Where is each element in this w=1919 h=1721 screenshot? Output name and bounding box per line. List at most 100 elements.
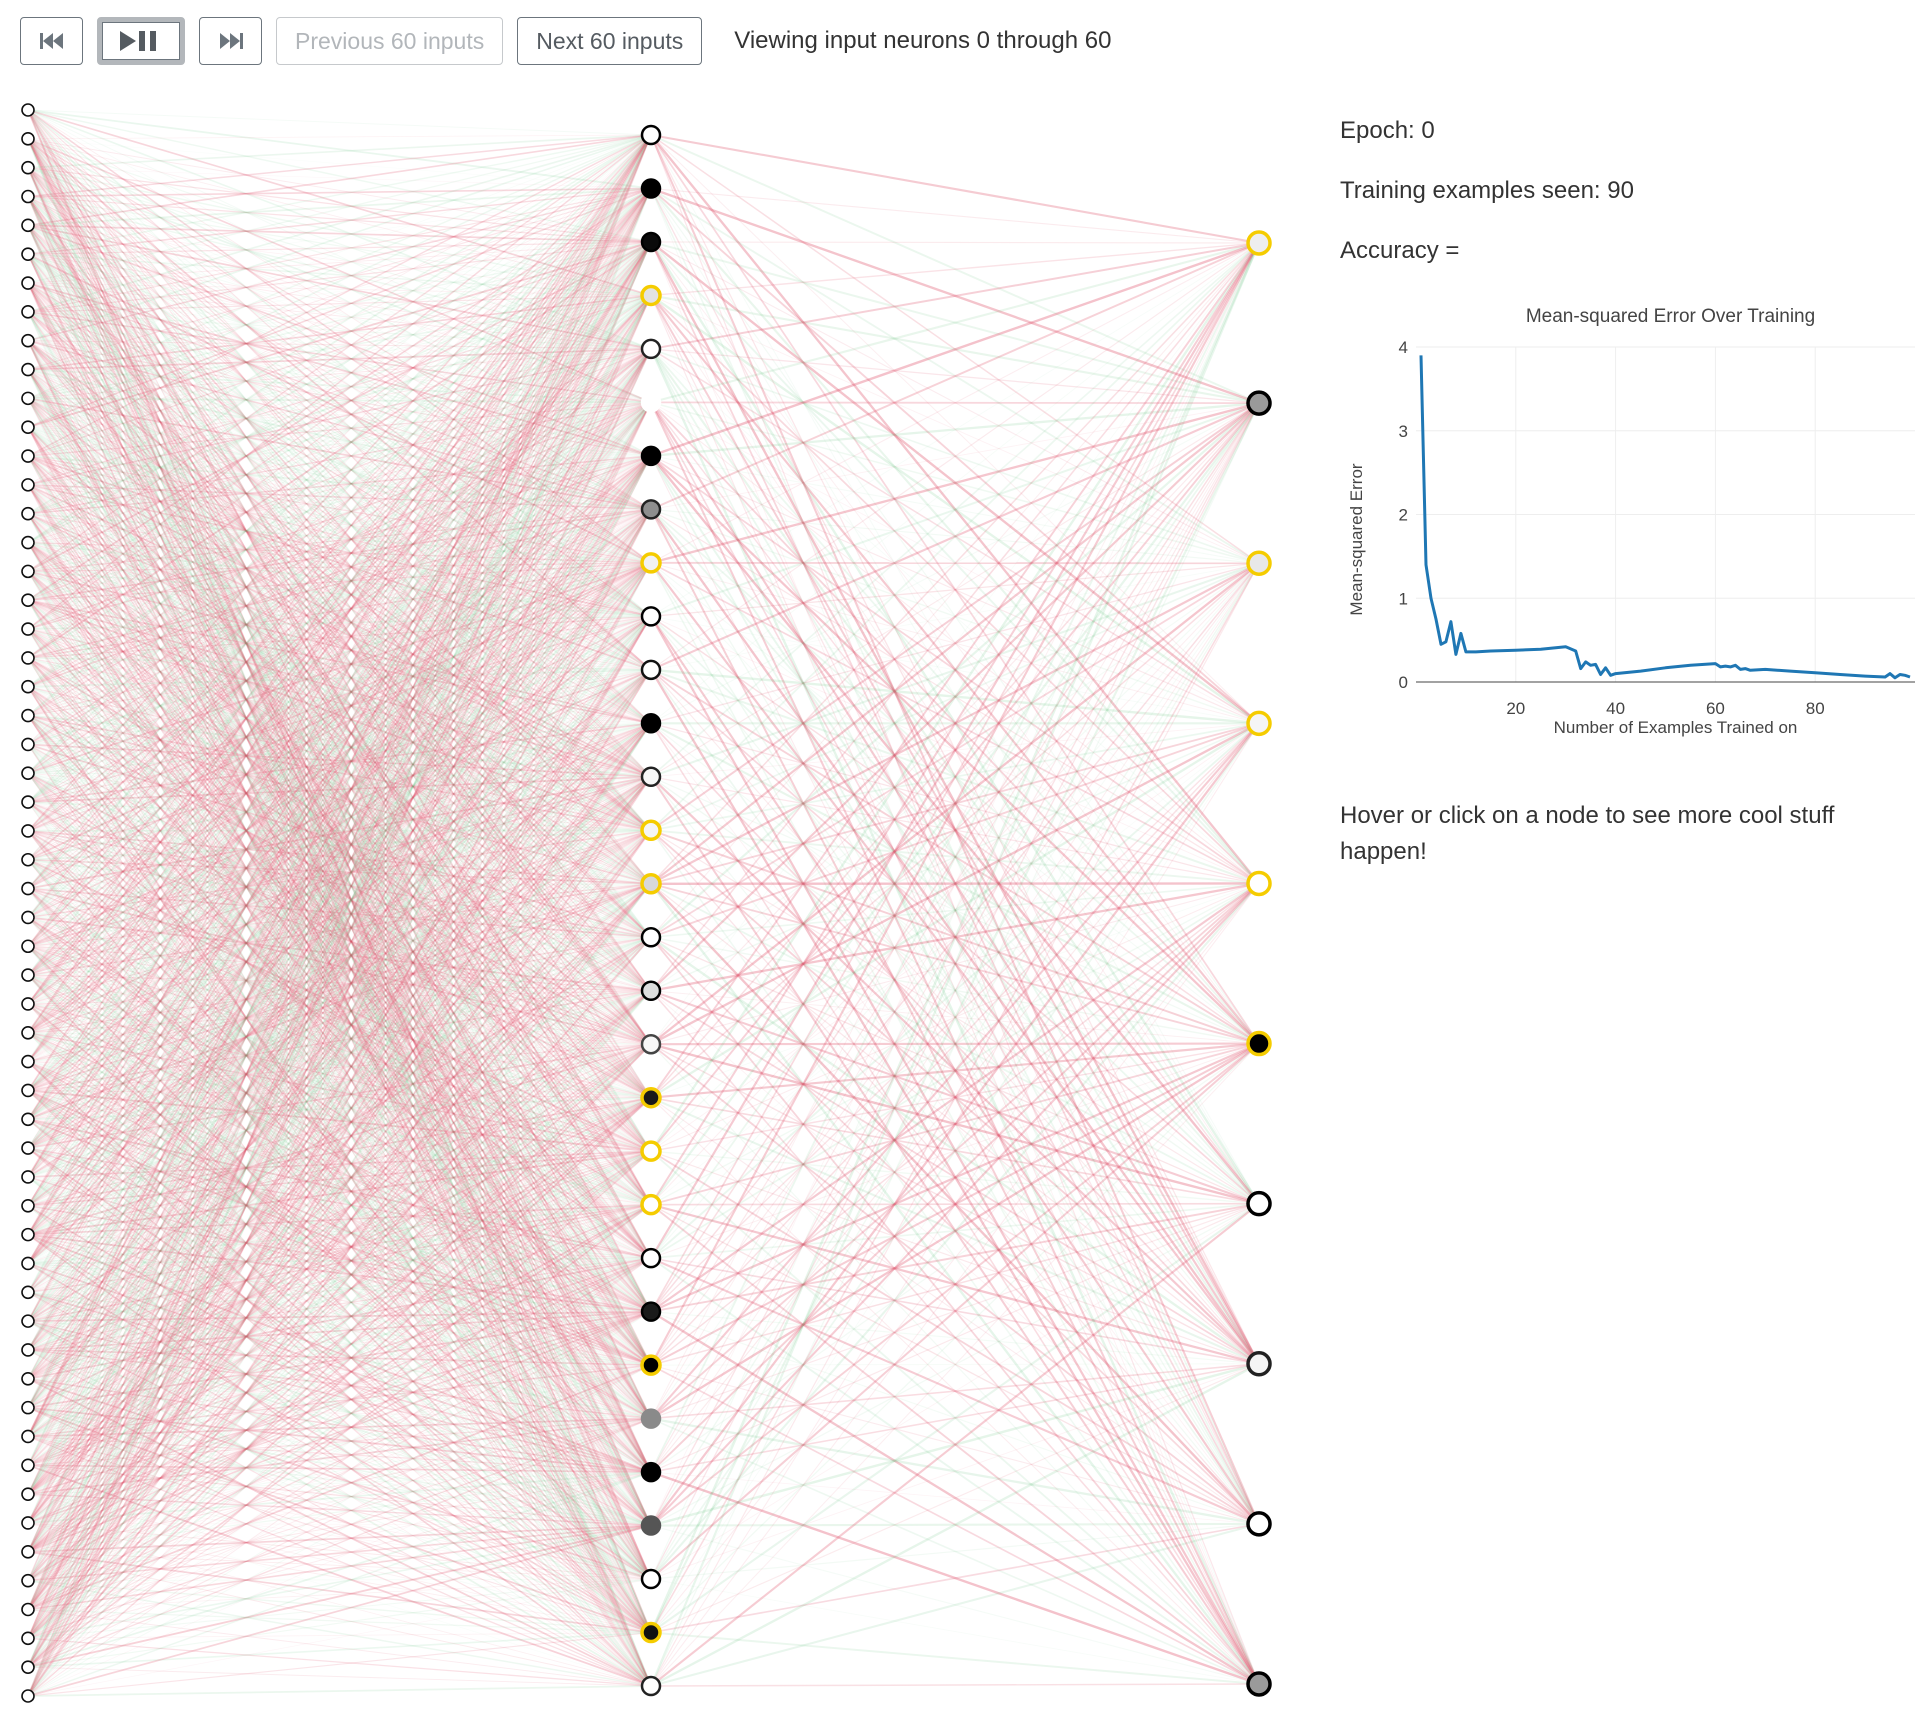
hidden-neuron[interactable] <box>640 606 662 627</box>
input-neuron[interactable] <box>21 1689 35 1703</box>
hidden-neuron[interactable] <box>640 713 662 734</box>
hidden-neuron[interactable] <box>640 552 662 574</box>
input-neuron[interactable] <box>21 679 35 694</box>
input-neuron[interactable] <box>21 564 35 579</box>
input-neuron[interactable] <box>21 1083 35 1098</box>
input-neuron[interactable] <box>21 1285 35 1300</box>
output-neuron[interactable] <box>1246 550 1272 576</box>
hidden-neuron[interactable] <box>640 338 662 360</box>
input-neuron[interactable] <box>21 1602 35 1617</box>
input-neuron[interactable] <box>21 247 35 261</box>
output-neuron[interactable] <box>1246 1190 1272 1217</box>
hidden-neuron[interactable] <box>640 1140 662 1162</box>
input-neuron[interactable] <box>21 708 35 723</box>
input-neuron[interactable] <box>21 737 35 752</box>
output-neuron[interactable] <box>1246 1511 1272 1537</box>
hidden-neuron[interactable] <box>640 445 662 467</box>
input-neuron[interactable] <box>21 1227 35 1242</box>
hidden-neuron[interactable] <box>640 1408 662 1429</box>
hidden-neuron[interactable] <box>640 1621 662 1644</box>
input-neuron[interactable] <box>21 478 35 492</box>
hidden-neuron[interactable] <box>640 178 662 199</box>
input-neuron[interactable] <box>21 651 35 665</box>
input-neuron[interactable] <box>21 449 35 463</box>
hidden-neuron[interactable] <box>640 231 662 253</box>
input-neuron[interactable] <box>21 362 35 377</box>
input-neuron[interactable] <box>21 132 35 146</box>
output-neuron[interactable] <box>1246 1030 1272 1057</box>
input-neuron[interactable] <box>21 103 35 117</box>
output-neuron[interactable] <box>1246 230 1272 256</box>
input-neuron[interactable] <box>21 391 35 406</box>
output-neuron[interactable] <box>1246 390 1272 416</box>
hidden-neuron[interactable] <box>640 659 662 681</box>
input-neuron[interactable] <box>21 1025 35 1040</box>
input-neuron[interactable] <box>21 910 35 925</box>
input-neuron[interactable] <box>21 593 35 608</box>
skip-back-button[interactable] <box>20 17 83 65</box>
input-neuron[interactable] <box>21 1170 35 1184</box>
hidden-neuron[interactable] <box>640 1675 662 1697</box>
input-neuron[interactable] <box>21 1458 35 1473</box>
input-neuron[interactable] <box>21 997 35 1011</box>
input-neuron[interactable] <box>21 1314 35 1328</box>
input-neuron[interactable] <box>21 333 35 348</box>
play-pause-button[interactable] <box>97 17 185 65</box>
input-neuron[interactable] <box>21 1545 35 1559</box>
input-neuron[interactable] <box>21 218 35 233</box>
output-neuron[interactable] <box>1246 870 1272 897</box>
hidden-neuron[interactable] <box>640 1086 662 1109</box>
input-neuron[interactable] <box>21 795 35 809</box>
hidden-neuron[interactable] <box>640 926 662 948</box>
hidden-neuron[interactable] <box>640 284 662 307</box>
hidden-neuron[interactable] <box>640 1193 662 1216</box>
hidden-neuron[interactable] <box>640 499 662 520</box>
input-neuron[interactable] <box>21 622 35 636</box>
input-neuron[interactable] <box>21 1573 35 1588</box>
input-neuron[interactable] <box>21 506 35 521</box>
input-neuron[interactable] <box>21 1054 35 1069</box>
input-neuron[interactable] <box>21 852 35 867</box>
input-neuron[interactable] <box>21 881 35 896</box>
previous-inputs-button[interactable]: Previous 60 inputs <box>276 17 504 65</box>
input-neuron[interactable] <box>21 420 35 435</box>
input-neuron[interactable] <box>21 824 35 838</box>
output-neuron[interactable] <box>1246 1351 1272 1377</box>
skip-forward-button[interactable] <box>199 17 262 65</box>
input-neuron[interactable] <box>21 1112 35 1127</box>
hidden-neuron[interactable] <box>640 124 662 146</box>
input-neuron[interactable] <box>21 1660 35 1674</box>
input-neuron[interactable] <box>21 1400 35 1415</box>
input-neuron[interactable] <box>21 1516 35 1530</box>
input-neuron[interactable] <box>21 1343 35 1357</box>
input-neuron[interactable] <box>21 1198 35 1213</box>
hidden-neuron[interactable] <box>640 1301 662 1322</box>
input-neuron[interactable] <box>21 305 35 319</box>
input-neuron[interactable] <box>21 1631 35 1646</box>
input-neuron[interactable] <box>21 189 35 204</box>
hidden-neuron[interactable] <box>640 980 662 1001</box>
hidden-neuron[interactable] <box>640 873 662 895</box>
input-neuron[interactable] <box>21 535 35 550</box>
hidden-neuron[interactable] <box>640 1515 662 1536</box>
hidden-neuron[interactable] <box>640 1354 662 1376</box>
output-neuron[interactable] <box>1246 710 1272 737</box>
input-neuron[interactable] <box>21 968 35 982</box>
input-neuron[interactable] <box>21 1372 35 1386</box>
input-neuron[interactable] <box>21 766 35 781</box>
input-neuron[interactable] <box>21 1141 35 1155</box>
input-neuron[interactable] <box>21 160 35 175</box>
input-neuron[interactable] <box>21 276 35 290</box>
output-neuron[interactable] <box>1246 1671 1272 1697</box>
input-neuron[interactable] <box>21 1487 35 1501</box>
input-neuron[interactable] <box>21 1256 35 1271</box>
hidden-neuron[interactable] <box>640 1247 662 1269</box>
input-neuron[interactable] <box>21 1429 35 1444</box>
hidden-neuron[interactable] <box>640 766 662 788</box>
hidden-neuron[interactable] <box>640 392 662 413</box>
next-inputs-button[interactable]: Next 60 inputs <box>517 17 703 65</box>
hidden-neuron[interactable] <box>640 1033 662 1055</box>
hidden-neuron[interactable] <box>640 1568 662 1590</box>
hidden-neuron[interactable] <box>640 819 662 842</box>
input-neuron[interactable] <box>21 939 35 954</box>
